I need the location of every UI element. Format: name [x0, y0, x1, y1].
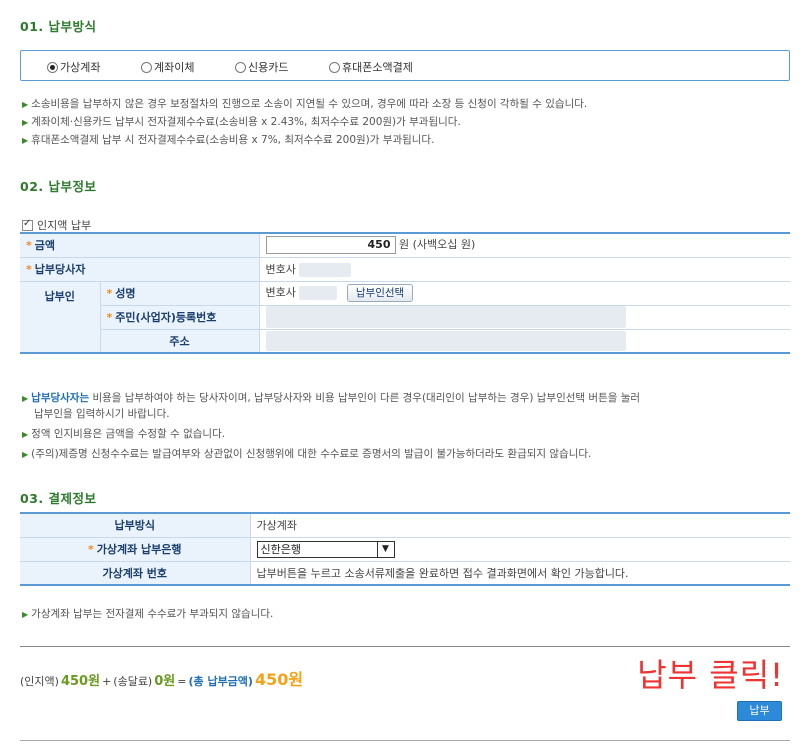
- redacted-text: [299, 263, 352, 277]
- note-item: ▶ 가상계좌 납부는 전자결제 수수료가 부과되지 않습니다.: [22, 608, 274, 620]
- note-item: ▶ 납부당사자는 비용을 납부하여야 하는 당사자이며, 납부당사자와 비용 납부…: [22, 392, 641, 404]
- payer-label: 납부인: [20, 281, 101, 354]
- divider: [20, 646, 790, 647]
- id-number-label: * 주민(사업자)등록번호: [100, 305, 260, 330]
- arrow-icon: ▶: [22, 100, 29, 109]
- bank-select[interactable]: 신한은행 ▼: [256, 540, 395, 558]
- pay-button[interactable]: 납부: [737, 701, 782, 721]
- payment-details-table: 납부방식 가상계좌 * 가상계좌 납부은행 신한은행 ▼ 가상계좌 번호 납부버튼…: [20, 512, 790, 586]
- payment-summary: (인지액) 450원 + (송달료) 0원 = (총 납부금액) 450원: [20, 666, 303, 690]
- arrow-icon: ▶: [22, 118, 29, 127]
- arrow-icon: ▶: [22, 430, 29, 439]
- method-label: 납부방식: [20, 513, 251, 538]
- note-item: ▶ 휴대폰소액결제 납부 시 전자결제수수료(소송비용 x 7%, 최저수수료 2…: [22, 134, 435, 146]
- divider: [20, 740, 790, 741]
- stamp-fee-checkbox[interactable]: 인지액 납부: [22, 217, 91, 233]
- total-label: (총 납부금액): [188, 675, 253, 688]
- id-number-cell: [259, 305, 790, 330]
- radio-account-transfer[interactable]: 계좌이체: [141, 59, 194, 75]
- amount-label: * 금액: [20, 233, 260, 258]
- bank-cell: 신한은행 ▼: [250, 537, 790, 562]
- name-cell: 변호사 납부인선택: [259, 281, 790, 306]
- arrow-icon: ▶: [22, 610, 29, 619]
- payment-info-table: * 금액 450 원 (사백오십 원) * 납부당사자 변호사 납부인 * 성명 변호…: [20, 232, 790, 354]
- amount-input[interactable]: 450: [265, 236, 396, 255]
- note-item: ▶ 정액 인지비용은 금액을 수정할 수 없습니다.: [22, 428, 226, 440]
- section-title-payment-method: 01. 납부방식: [20, 19, 97, 34]
- payment-method-group: 가상계좌 계좌이체 신용카드 휴대폰소액결제: [20, 50, 790, 81]
- address-label: 주소: [100, 329, 260, 354]
- radio-virtual-account[interactable]: 가상계좌: [47, 59, 100, 75]
- arrow-icon: ▶: [22, 394, 29, 403]
- name-label: * 성명: [100, 281, 260, 306]
- radio-credit-card[interactable]: 신용카드: [235, 59, 288, 75]
- party-value: 변호사: [259, 257, 790, 282]
- checkbox-checked-icon: [22, 218, 33, 231]
- address-cell: [259, 329, 790, 354]
- account-number-value: 납부버튼을 누르고 소송서류제출을 완료하면 접수 결과화면에서 확인 가능합니…: [250, 561, 790, 586]
- redacted-text: [299, 286, 338, 300]
- section-title-payment-details: 03. 결제정보: [20, 491, 97, 506]
- note-item: ▶ 소송비용을 납부하지 않은 경우 보정절차의 진행으로 소송이 지연될 수 있…: [22, 98, 588, 110]
- account-number-label: 가상계좌 번호: [20, 561, 251, 586]
- arrow-icon: ▶: [22, 450, 29, 459]
- method-value: 가상계좌: [250, 513, 790, 538]
- redacted-text: [265, 330, 626, 351]
- note-item: ▶ 계좌이체·신용카드 납부시 전자결제수수료(소송비용 x 2.43%, 최저수…: [22, 116, 461, 128]
- section-title-payment-info: 02. 납부정보: [20, 179, 97, 194]
- radio-icon: [329, 61, 340, 73]
- click-annotation: 납부 클릭!: [637, 656, 784, 694]
- redacted-text: [265, 306, 626, 328]
- delivery-amount: 0원: [154, 674, 176, 689]
- arrow-icon: ▶: [22, 136, 29, 145]
- radio-icon: [141, 61, 152, 73]
- bank-label: * 가상계좌 납부은행: [20, 537, 251, 562]
- radio-selected-icon: [47, 61, 58, 73]
- radio-mobile-payment[interactable]: 휴대폰소액결제: [329, 59, 413, 75]
- note-item-continued: 납부인을 입력하시기 바랍니다.: [34, 408, 170, 420]
- stamp-amount: 450원: [60, 674, 101, 689]
- select-payer-button[interactable]: 납부인선택: [346, 284, 414, 302]
- radio-icon: [235, 61, 246, 73]
- note-item: ▶ (주의)제증명 신청수수료는 발급여부와 상관없이 신청행위에 대한 수수료로…: [22, 448, 592, 460]
- amount-cell: 450 원 (사백오십 원): [259, 233, 790, 258]
- party-label: * 납부당사자: [20, 257, 260, 282]
- total-amount: 450원: [254, 670, 304, 689]
- chevron-down-icon: ▼: [376, 541, 394, 557]
